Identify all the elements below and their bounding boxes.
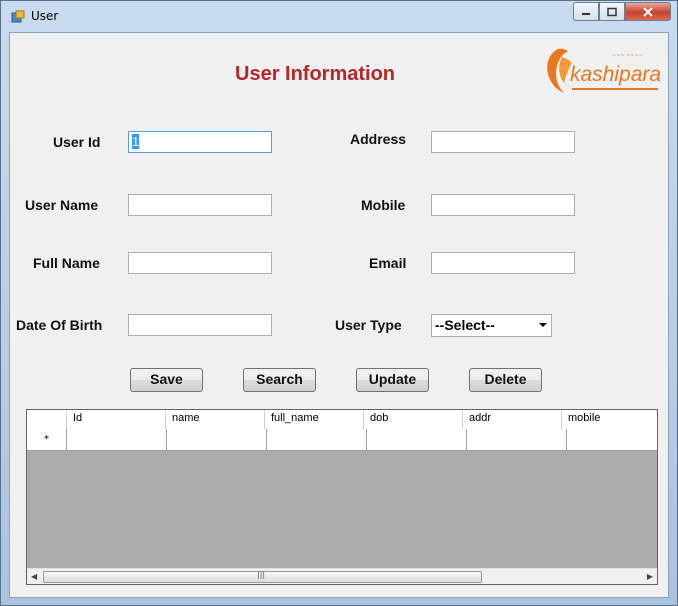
save-button[interactable]: Save — [130, 368, 203, 392]
column-header-id[interactable]: Id — [67, 410, 166, 429]
address-label: Address — [350, 131, 407, 147]
title-bar[interactable]: User — [1, 1, 677, 31]
new-row-marker[interactable]: * — [27, 429, 67, 451]
column-header-name[interactable]: name — [166, 410, 265, 429]
close-button[interactable] — [625, 2, 671, 21]
grid-cell[interactable] — [67, 429, 167, 451]
grip-icon: ||| — [257, 570, 266, 579]
column-header-dob[interactable]: dob — [364, 410, 463, 429]
restore-icon — [607, 7, 617, 16]
user-name-field[interactable] — [128, 194, 272, 216]
chevron-down-icon — [539, 323, 547, 327]
scroll-thumb[interactable]: ||| — [43, 570, 482, 583]
column-header-addr[interactable]: addr — [463, 410, 562, 429]
dob-label: Date Of Birth — [16, 317, 103, 333]
svg-text:~~~ ~~~~: ~~~ ~~~~ — [612, 53, 643, 59]
mobile-label: Mobile — [361, 197, 406, 213]
grid-cell[interactable] — [167, 429, 267, 451]
grid-cell[interactable] — [367, 429, 467, 451]
window-title: User — [31, 9, 59, 23]
user-name-label: User Name — [25, 197, 99, 213]
user-type-select[interactable]: --Select-- — [431, 314, 552, 337]
window-controls — [573, 2, 671, 22]
user-type-label: User Type — [335, 317, 402, 333]
grid-cell[interactable] — [567, 429, 657, 451]
page-title: User Information — [235, 63, 396, 85]
column-header-mobile[interactable]: mobile — [562, 410, 657, 429]
grid-corner-cell — [27, 410, 67, 429]
horizontal-scrollbar[interactable]: ◀ ||| ▶ — [27, 568, 657, 584]
app-icon — [11, 10, 25, 23]
dob-field[interactable] — [128, 314, 272, 336]
kashipara-logo: ~~~ ~~~~ kashipara — [547, 48, 660, 93]
mobile-field[interactable] — [431, 194, 575, 216]
update-button[interactable]: Update — [356, 368, 429, 392]
user-id-field[interactable]: 1 — [128, 131, 272, 153]
scroll-left-icon[interactable]: ◀ — [31, 572, 37, 581]
email-label: Email — [369, 255, 407, 271]
column-header-full-name[interactable]: full_name — [265, 410, 364, 429]
close-icon — [643, 6, 653, 17]
logo-text: kashipara — [570, 63, 660, 86]
search-button[interactable]: Search — [243, 368, 316, 392]
email-field[interactable] — [431, 252, 575, 274]
address-field[interactable] — [431, 131, 575, 153]
full-name-label: Full Name — [33, 255, 100, 271]
user-id-label: User Id — [53, 134, 101, 150]
user-window: User User Information ~~~ ~~~~ kashipara… — [0, 0, 678, 606]
full-name-field[interactable] — [128, 252, 272, 274]
scroll-right-icon[interactable]: ▶ — [647, 572, 653, 581]
delete-button[interactable]: Delete — [469, 368, 542, 392]
minimize-icon — [582, 12, 590, 15]
minimize-button[interactable] — [573, 2, 599, 21]
restore-button[interactable] — [599, 2, 625, 21]
grid-cell[interactable] — [467, 429, 567, 451]
table-row[interactable]: * — [27, 429, 657, 451]
users-data-grid[interactable]: Id name full_name dob addr mobile * ◀ ||… — [26, 409, 658, 585]
grid-header-row: Id name full_name dob addr mobile — [27, 410, 657, 430]
form-client-area: User Information ~~~ ~~~~ kashipara User… — [9, 32, 669, 598]
grid-cell[interactable] — [267, 429, 367, 451]
user-type-selected: --Select-- — [435, 317, 495, 333]
